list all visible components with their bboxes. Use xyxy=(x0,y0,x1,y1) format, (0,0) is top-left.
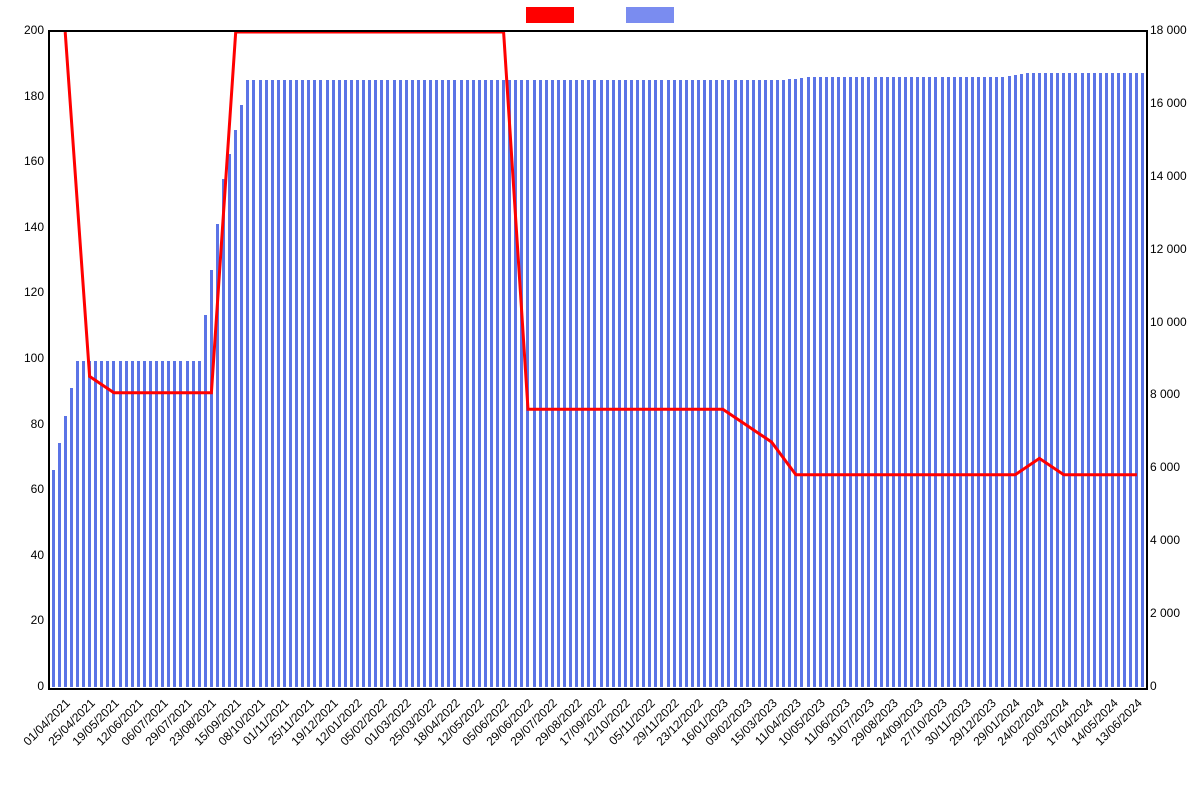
y-right-tick: 18 000 xyxy=(1150,23,1200,37)
legend-swatch-blue xyxy=(626,7,674,23)
y-left-tick: 140 xyxy=(0,220,44,234)
y-left-tick: 120 xyxy=(0,285,44,299)
legend xyxy=(0,6,1200,24)
y-right-tick: 14 000 xyxy=(1150,169,1200,183)
chart-container: 0 20 40 60 80 100 120 140 160 180 200 0 2 000 4 000 6… xyxy=(0,0,1200,800)
y-right-tick: 0 xyxy=(1150,679,1200,693)
y-right-tick: 10 000 xyxy=(1150,315,1200,329)
y-left-tick: 40 xyxy=(0,548,44,562)
y-left-tick: 100 xyxy=(0,351,44,365)
plot-area xyxy=(48,30,1148,690)
y-left-tick: 20 xyxy=(0,613,44,627)
y-left-tick: 80 xyxy=(0,417,44,431)
y-right-tick: 6 000 xyxy=(1150,460,1200,474)
y-right-tick: 2 000 xyxy=(1150,606,1200,620)
y-right-tick: 8 000 xyxy=(1150,387,1200,401)
y-left-tick: 60 xyxy=(0,482,44,496)
y-right-tick: 4 000 xyxy=(1150,533,1200,547)
legend-swatch-red xyxy=(526,7,574,23)
line-series xyxy=(50,32,1146,688)
y-left-tick: 200 xyxy=(0,23,44,37)
y-right-tick: 16 000 xyxy=(1150,96,1200,110)
y-left-tick: 160 xyxy=(0,154,44,168)
y-right-tick: 12 000 xyxy=(1150,242,1200,256)
y-left-tick: 0 xyxy=(0,679,44,693)
y-left-tick: 180 xyxy=(0,89,44,103)
